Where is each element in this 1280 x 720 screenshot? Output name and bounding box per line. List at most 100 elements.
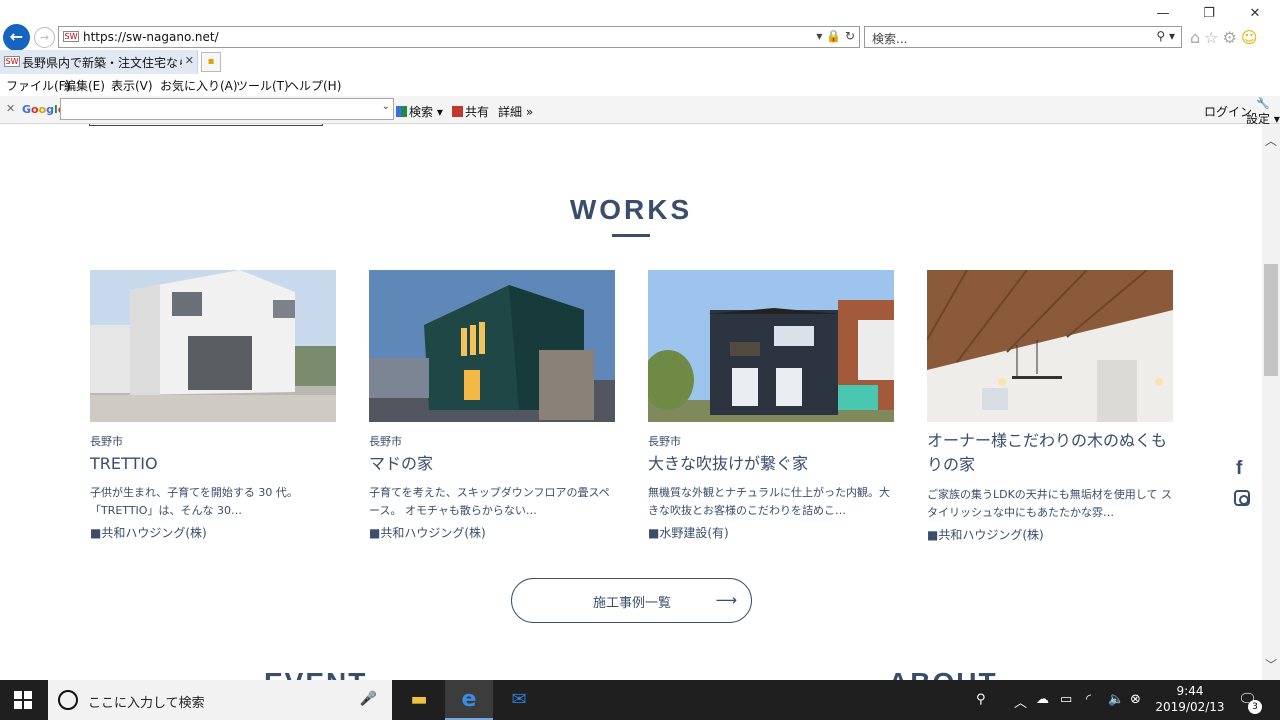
- work-card[interactable]: 長野市 TRETTIO 子供が生まれ、子育てを開始する 30 代。「TRETTI…: [90, 270, 336, 540]
- wrench-icon: 🔧: [1256, 97, 1270, 110]
- feedback-smiley-icon[interactable]: ☺: [1241, 28, 1262, 47]
- tab-title: 長野県内で新築・注文住宅なら...: [22, 56, 182, 70]
- file-explorer-icon[interactable]: ▬: [395, 680, 443, 720]
- work-title[interactable]: オーナー様こだわりの木のぬくもりの家: [927, 429, 1173, 477]
- minimize-button[interactable]: —: [1153, 6, 1173, 21]
- tab-active[interactable]: SW 長野県内で新築・注文住宅なら... ✕: [0, 50, 198, 74]
- people-icon[interactable]: ⚲: [976, 692, 986, 707]
- cortana-icon[interactable]: [58, 690, 78, 710]
- vertical-scrollbar[interactable]: ︿ ﹀: [1262, 124, 1280, 680]
- scroll-thumb[interactable]: [1264, 264, 1278, 376]
- work-description: 無機質な外観とナチュラルに仕上がった内観。大きな吹抜とお客様のこだわりを詰めこ…: [648, 486, 890, 517]
- menu-favorites[interactable]: お気に入り(A): [160, 77, 238, 94]
- wood-ceiling-interior-photo: [927, 270, 1173, 422]
- browser-window: — ❐ ✕ ← → SW https://sw-nagano.net/ ▾ 🔒 …: [0, 0, 1280, 720]
- battery-icon[interactable]: ▭: [1060, 692, 1072, 707]
- work-builder: ■水野建設(有): [648, 526, 729, 540]
- menu-help[interactable]: ヘルプ(H): [287, 77, 341, 94]
- taskbar-search-placeholder: ここに入力して検索: [88, 696, 205, 711]
- work-card[interactable]: 長野市 マドの家 子育てを考えた、スキップダウンフロアの畳スペース。 オモチャも…: [369, 270, 615, 540]
- new-tab-button[interactable]: ▪: [201, 52, 221, 72]
- gear-icon[interactable]: ⚙: [1223, 28, 1241, 47]
- close-window-button[interactable]: ✕: [1245, 6, 1265, 21]
- more-button[interactable]: 詳細 »: [498, 103, 533, 120]
- section-title: WORKS: [569, 194, 693, 225]
- close-toolbar-icon[interactable]: ✕: [6, 102, 15, 115]
- work-photo-3[interactable]: [648, 270, 894, 422]
- search-icon[interactable]: ⚲ ▾: [1156, 29, 1175, 43]
- onedrive-cloud-icon[interactable]: ☁: [1036, 692, 1049, 707]
- work-area: 長野市: [90, 435, 123, 448]
- share-button[interactable]: 共有: [452, 103, 489, 120]
- google-search-button[interactable]: 検索 ▾: [396, 103, 443, 120]
- work-title[interactable]: マドの家: [369, 452, 615, 476]
- favorites-star-icon[interactable]: ☆: [1204, 28, 1222, 47]
- work-photo-2[interactable]: [369, 270, 615, 422]
- google-search-input[interactable]: ⌄: [60, 98, 394, 120]
- chevron-down-icon[interactable]: ⌄: [382, 101, 390, 112]
- notification-count-badge: 3: [1248, 700, 1262, 714]
- previous-section-box: [89, 124, 323, 126]
- about-section-title: ABOUT: [888, 667, 998, 680]
- show-hidden-icons-chevron[interactable]: ︿: [1014, 692, 1027, 711]
- toolbar-icons: ⌂☆⚙☺: [1190, 28, 1262, 47]
- clock-time: 9:44: [1176, 684, 1204, 698]
- internet-explorer-icon[interactable]: e: [445, 680, 493, 720]
- lock-refresh-icons[interactable]: ▾ 🔒 ↻: [816, 29, 855, 43]
- work-area: 長野市: [369, 435, 402, 448]
- google-logo: Google: [22, 103, 65, 116]
- page-content: WORKS 長野市 TRETTIO 子供が生まれ、子育てを開始する 30 代。「…: [0, 124, 1262, 680]
- work-builder: ■共和ハウジング(株): [90, 526, 207, 540]
- work-title[interactable]: TRETTIO: [90, 452, 336, 476]
- address-bar-row: — ❐ ✕ ← → SW https://sw-nagano.net/ ▾ 🔒 …: [0, 0, 1280, 51]
- facebook-icon[interactable]: f: [1236, 458, 1242, 480]
- title-underline: [612, 234, 650, 237]
- green-house-night-photo: [369, 270, 615, 422]
- network-disconnected-icon[interactable]: ⊗: [1130, 692, 1141, 707]
- wifi-icon[interactable]: ◜: [1086, 692, 1091, 707]
- dark-house-photo: [648, 270, 894, 422]
- volume-icon[interactable]: 🔈: [1108, 692, 1124, 707]
- tab-favicon-icon: SW: [4, 56, 20, 67]
- work-builder: ■共和ハウジング(株): [927, 528, 1044, 542]
- works-list-button[interactable]: 施工事例一覧 ⟶: [511, 578, 752, 623]
- work-card[interactable]: オーナー様こだわりの木のぬくもりの家 ご家族の集うLDKの天井にも無垢材を使用し…: [927, 270, 1173, 542]
- settings-button[interactable]: 🔧 設定 ▾: [1246, 96, 1280, 127]
- menu-file[interactable]: ファイル(F): [6, 77, 70, 94]
- windows-start-icon[interactable]: [14, 691, 32, 709]
- address-field[interactable]: SW https://sw-nagano.net/ ▾ 🔒 ↻: [58, 26, 860, 48]
- work-photo-1[interactable]: [90, 270, 336, 422]
- share-icon: [452, 106, 463, 117]
- back-button[interactable]: ←: [3, 24, 30, 51]
- scroll-down-icon[interactable]: ﹀: [1265, 656, 1277, 673]
- microphone-icon[interactable]: 🎤: [360, 691, 377, 707]
- menu-bar: ファイル(F) 編集(E) 表示(V) お気に入り(A) ツール(T) ヘルプ(…: [0, 74, 1280, 96]
- taskbar-search-box[interactable]: ここに入力して検索 🎤: [48, 680, 392, 720]
- white-house-photo: [90, 270, 336, 422]
- long-arrow-right-icon: ⟶: [715, 591, 737, 609]
- restore-button[interactable]: ❐: [1199, 6, 1219, 21]
- home-icon[interactable]: ⌂: [1190, 28, 1204, 47]
- work-card[interactable]: 長野市 大きな吹抜けが繋ぐ家 無機質な外観とナチュラルに仕上がった内観。大きな吹…: [648, 270, 894, 540]
- work-description: 子供が生まれ、子育てを開始する 30 代。「TRETTIO」は、そんな 30…: [90, 486, 298, 517]
- google-search-icon: [396, 106, 407, 117]
- google-toolbar: ✕ Google ⌄ 検索 ▾ 共有 詳細 » ログイン 🔧設定 ▾: [0, 96, 1280, 127]
- url-text: https://sw-nagano.net/: [83, 30, 219, 44]
- menu-edit[interactable]: 編集(E): [64, 77, 105, 94]
- event-section-title: EVENT: [264, 667, 367, 680]
- work-photo-4[interactable]: [927, 270, 1173, 422]
- work-area: 長野市: [648, 435, 681, 448]
- scroll-up-icon[interactable]: ︿: [1265, 132, 1277, 149]
- system-clock[interactable]: 9:44 2019/02/13: [1148, 683, 1232, 715]
- browser-search-field[interactable]: 検索... ⚲ ▾: [864, 26, 1182, 48]
- menu-view[interactable]: 表示(V): [111, 77, 153, 94]
- work-title[interactable]: 大きな吹抜けが繋ぐ家: [648, 452, 894, 476]
- login-button[interactable]: ログイン: [1204, 103, 1252, 120]
- outlook-mail-icon[interactable]: ✉: [495, 680, 543, 720]
- work-description: 子育てを考えた、スキップダウンフロアの畳スペース。 オモチャも散らからない…: [369, 486, 610, 517]
- tab-close-icon[interactable]: ✕: [185, 54, 194, 67]
- windows-taskbar: ここに入力して検索 🎤 ▬ e ✉ ⚲ ︿ ☁ ▭ ◜ 🔈 ⊗ 9:44 201…: [0, 680, 1280, 720]
- forward-button[interactable]: →: [34, 27, 55, 48]
- menu-tools[interactable]: ツール(T): [236, 77, 289, 94]
- instagram-icon[interactable]: [1234, 490, 1250, 506]
